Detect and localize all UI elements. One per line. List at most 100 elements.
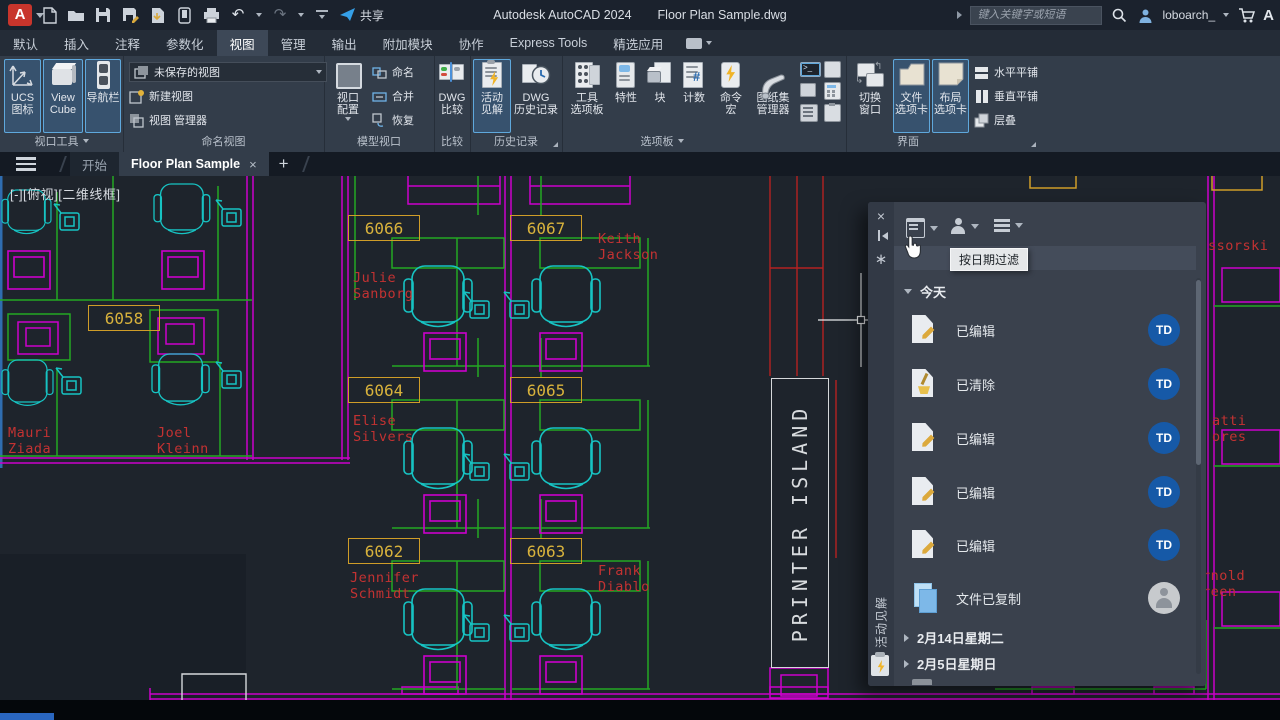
switch-windows-button[interactable]: ↰ ↳ 切换 窗口 xyxy=(850,59,890,133)
dwg-history-button[interactable]: DWG 历史记录 xyxy=(513,59,559,133)
tab-insert[interactable]: 插入 xyxy=(51,30,102,56)
tool-palettes-button[interactable]: 工具 选项板 xyxy=(566,59,608,133)
occupant-name: Elise Silvers xyxy=(353,413,413,445)
close-panel-icon[interactable]: × xyxy=(873,208,889,224)
tab-start[interactable]: 开始 xyxy=(70,152,119,176)
quickcalc-icon[interactable] xyxy=(824,82,841,100)
ucs-icon-button[interactable]: UCS 图标 xyxy=(4,59,41,133)
viewcube-button[interactable]: View Cube xyxy=(43,59,83,133)
new-view-button[interactable]: 新建视图 xyxy=(129,86,193,106)
tile-horizontally-button[interactable]: 水平平铺 xyxy=(974,62,1038,82)
cascade-button[interactable]: 层叠 xyxy=(974,110,1016,130)
tab-view[interactable]: 视图 xyxy=(217,30,268,56)
panel-label-named-views[interactable]: 命名视图 xyxy=(123,133,324,149)
date-group-row[interactable]: 2月14日星期二 xyxy=(904,628,1004,647)
tab-addins[interactable]: 附加模块 xyxy=(370,30,446,56)
viewport-controls[interactable]: [-][俯视][二维线框] xyxy=(10,184,121,203)
tab-floor-plan-sample[interactable]: Floor Plan Sample × xyxy=(119,152,269,176)
reference-palette-icon[interactable] xyxy=(800,83,816,97)
redo-caret-icon[interactable] xyxy=(298,13,304,17)
viewport-named-button[interactable]: 命名 xyxy=(372,62,414,82)
file-tabs-toggle-button[interactable]: 文件 选项卡 xyxy=(893,59,930,133)
interface-launcher-icon[interactable] xyxy=(1031,142,1036,147)
materials-icon[interactable] xyxy=(800,104,818,122)
viewport-restore-button[interactable]: 恢复 xyxy=(372,110,414,130)
sheet-set-manager-button[interactable]: 图纸集 管理器 xyxy=(750,59,796,133)
tab-express-tools[interactable]: Express Tools xyxy=(497,30,601,56)
new-drawing-tab-button[interactable]: + xyxy=(269,152,299,176)
panel-scrollbar[interactable] xyxy=(1196,278,1201,674)
new-file-icon[interactable] xyxy=(40,6,58,24)
viewport-join-button[interactable]: 合并 xyxy=(372,86,414,106)
panel-settings-icon[interactable]: ∗ xyxy=(873,252,889,268)
tab-collaborate[interactable]: 协作 xyxy=(446,30,497,56)
dwg-compare-button[interactable]: DWG 比较 xyxy=(435,59,469,133)
tab-featured-apps[interactable]: 精选应用 xyxy=(600,30,676,56)
tab-manage[interactable]: 管理 xyxy=(268,30,319,56)
ribbon-display-icon xyxy=(686,38,702,49)
count-button[interactable]: # 计数 xyxy=(678,59,710,133)
command-line-icon[interactable]: >_ xyxy=(800,62,821,77)
activity-item[interactable]: 文件已复制 xyxy=(894,576,1196,620)
tab-annotate[interactable]: 注释 xyxy=(102,30,153,56)
history-launcher-icon[interactable] xyxy=(553,142,558,147)
tab-parametric[interactable]: 参数化 xyxy=(153,30,217,56)
undo-icon[interactable]: ↶ xyxy=(229,6,247,24)
activity-item[interactable]: 已编辑 TD xyxy=(894,523,1196,567)
layer-states-icon[interactable] xyxy=(824,61,841,78)
panel-label-palettes[interactable]: 选项板 xyxy=(562,133,762,149)
filter-by-type-button[interactable] xyxy=(994,218,1023,232)
panel-label-compare[interactable]: 比较 xyxy=(434,133,470,149)
app-store-cart-icon[interactable] xyxy=(1237,6,1255,24)
search-input[interactable] xyxy=(970,6,1102,25)
activity-insights-button[interactable]: 活动 见解 xyxy=(473,59,511,133)
navbar-button[interactable]: 导航栏 xyxy=(85,59,121,133)
file-tab-menu-icon[interactable] xyxy=(0,152,56,176)
tab-output[interactable]: 输出 xyxy=(319,30,370,56)
username[interactable]: loboarch_ xyxy=(1162,8,1215,22)
layout-tabs-toggle-button[interactable]: 布局 选项卡 xyxy=(932,59,969,133)
date-group-row[interactable]: 2月5日星期日 xyxy=(904,654,996,673)
search-icon[interactable] xyxy=(1110,6,1128,24)
save-icon[interactable] xyxy=(94,6,112,24)
product-name: Autodesk AutoCAD 2024 xyxy=(493,8,631,22)
plot-icon[interactable] xyxy=(202,6,220,24)
save-as-icon[interactable] xyxy=(121,6,139,24)
activity-item[interactable]: 已清除 TD xyxy=(894,362,1196,406)
command-macros-button[interactable]: 命令 宏 xyxy=(714,59,748,133)
redo-icon[interactable]: ↷ xyxy=(271,6,289,24)
view-manager-button[interactable]: 视图 管理器 xyxy=(129,110,207,130)
panel-label-interface[interactable]: 界面 xyxy=(846,133,970,149)
panel-label-model-viewports[interactable]: 模型视口 xyxy=(324,133,434,149)
activity-item[interactable]: 已编辑 TD xyxy=(894,470,1196,514)
ribbon-display-toggle[interactable] xyxy=(676,30,722,56)
user-menu-caret-icon[interactable] xyxy=(1223,13,1229,17)
panel-label-history[interactable]: 历史记录 xyxy=(470,133,562,149)
properties-button[interactable]: 特性 xyxy=(610,59,642,133)
save-to-web-icon[interactable] xyxy=(175,6,193,24)
clipboard-palette-icon[interactable] xyxy=(824,104,841,122)
filter-by-user-button[interactable] xyxy=(950,218,979,234)
close-tab-icon[interactable]: × xyxy=(249,157,257,172)
tile-vertically-button[interactable]: 垂直平铺 xyxy=(974,86,1038,106)
undo-caret-icon[interactable] xyxy=(256,13,262,17)
named-view-dropdown[interactable]: 未保存的视图 xyxy=(129,62,327,82)
app-logo[interactable]: A xyxy=(8,4,32,26)
open-from-web-icon[interactable] xyxy=(148,6,166,24)
collapse-panel-icon[interactable] xyxy=(873,230,889,246)
user-icon[interactable] xyxy=(1136,6,1154,24)
scrollbar-thumb[interactable] xyxy=(1196,280,1201,465)
open-folder-icon[interactable] xyxy=(67,6,85,24)
section-today[interactable]: 今天 xyxy=(904,282,946,301)
activity-item[interactable]: 已编辑 TD xyxy=(894,308,1196,352)
activity-item[interactable]: 已编辑 TD xyxy=(894,416,1196,460)
share-button[interactable]: 共享 xyxy=(340,7,384,24)
viewport-config-button[interactable]: 视口 配置 xyxy=(328,59,368,133)
panel-label-viewport-tools[interactable]: 视口工具 xyxy=(0,133,123,149)
blocks-button[interactable]: 块 xyxy=(646,59,674,133)
autodesk-access-icon[interactable]: A xyxy=(1263,7,1274,24)
customize-qat-icon[interactable] xyxy=(313,6,331,24)
search-expand-icon[interactable] xyxy=(957,11,962,19)
ucs-axes-icon xyxy=(9,61,37,89)
tab-default[interactable]: 默认 xyxy=(0,30,51,56)
